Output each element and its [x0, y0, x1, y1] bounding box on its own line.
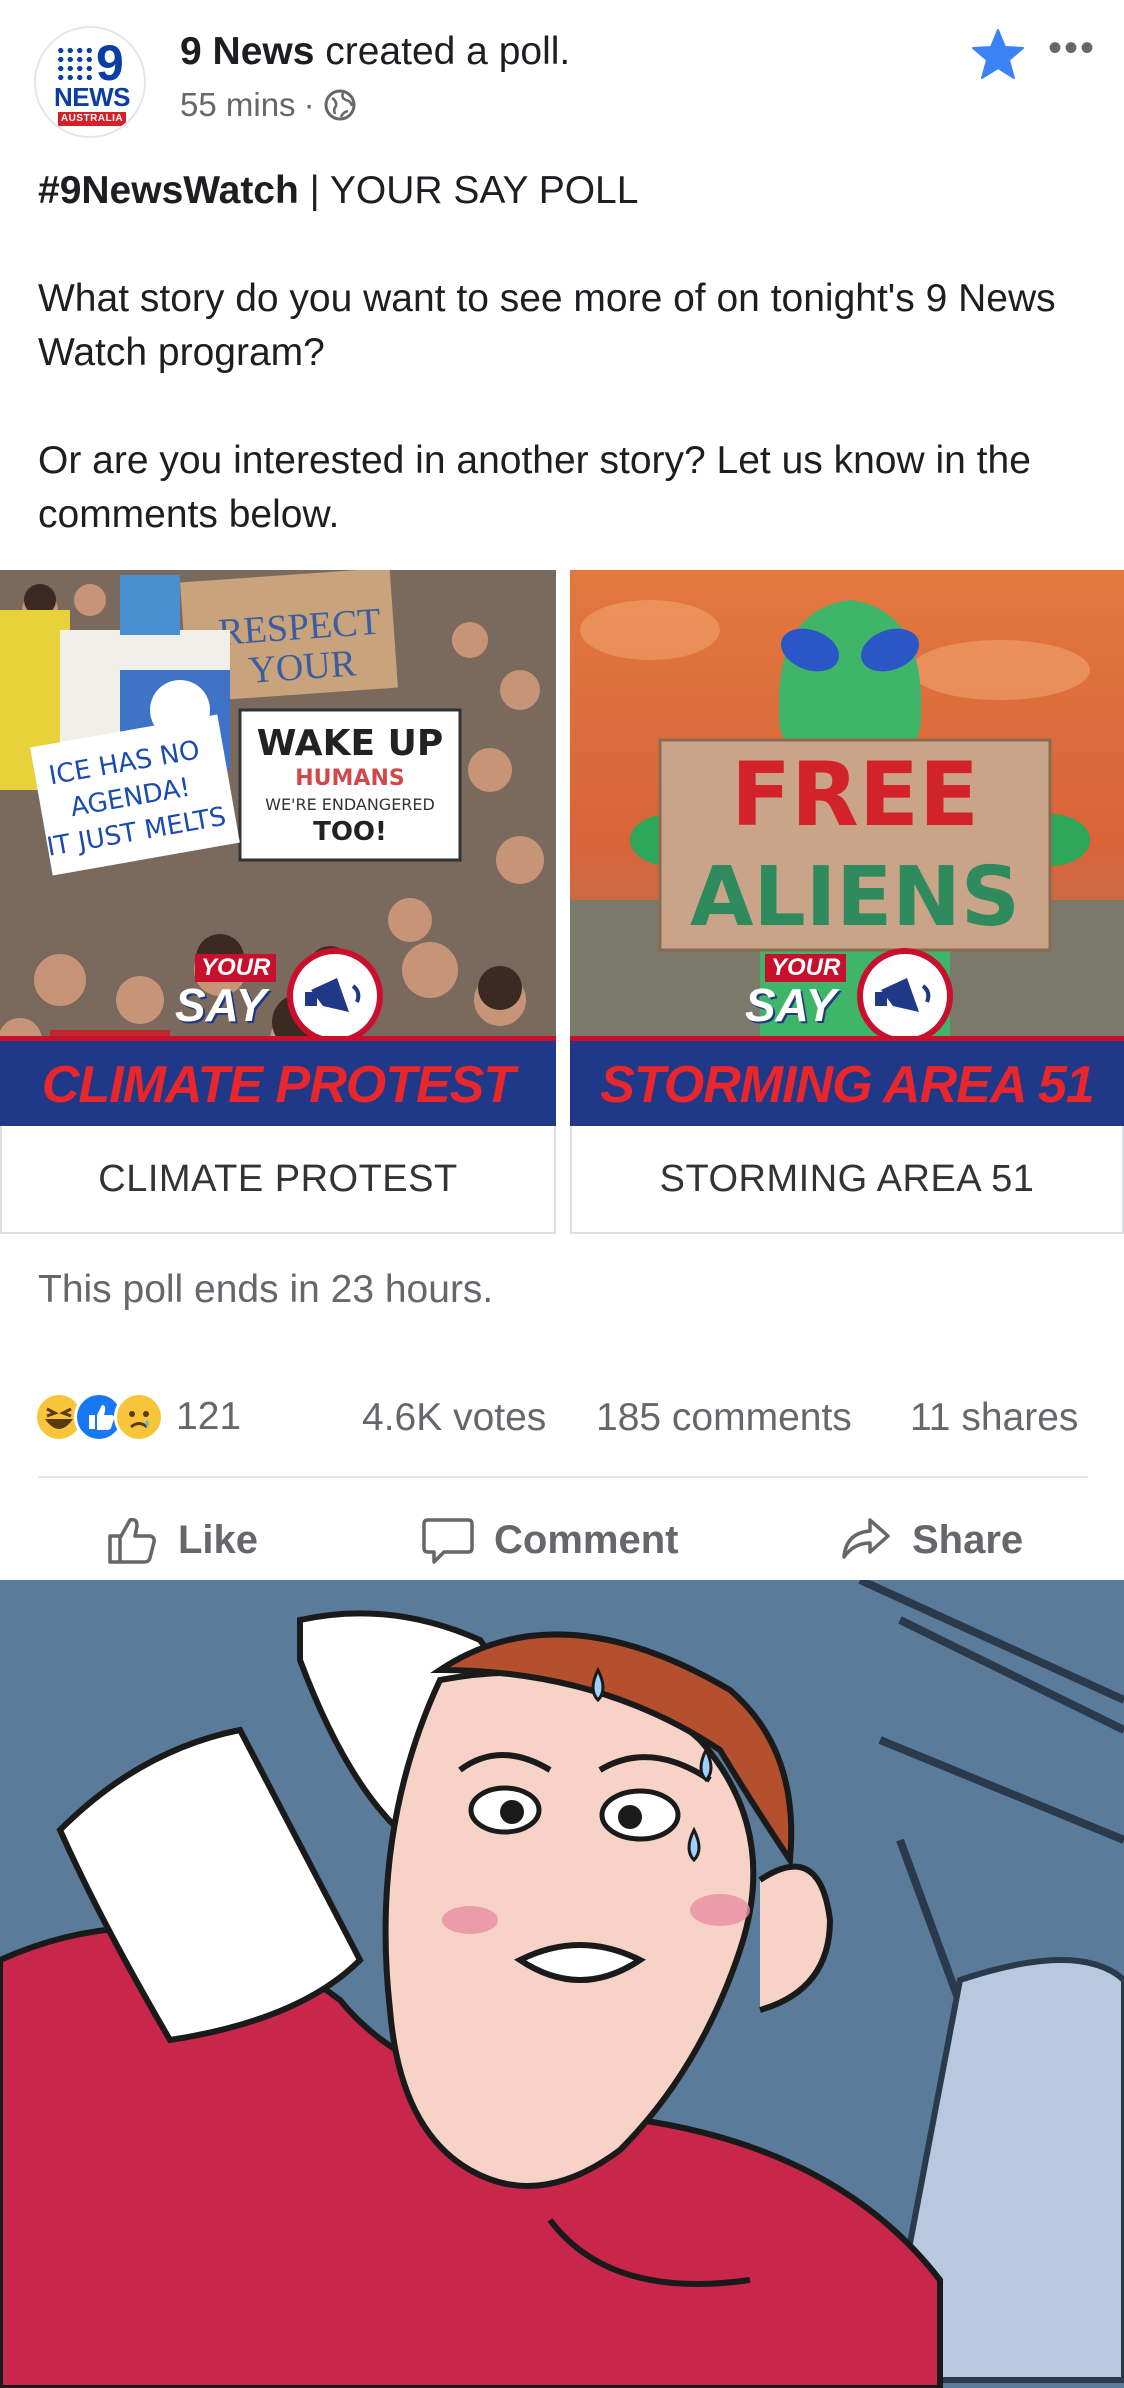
hashtag-link[interactable]: #9NewsWatch [38, 169, 299, 212]
votes-count[interactable]: 4.6K votes [362, 1396, 546, 1440]
meta-separator: · [303, 86, 315, 123]
like-label: Like [178, 1517, 259, 1562]
poll-option-label[interactable]: CLIMATE PROTEST [0, 1126, 556, 1234]
comment-button[interactable]: Comment [420, 1500, 678, 1580]
action-bar: Like Comment Share [0, 1500, 1124, 1580]
area51-banner-text: STORMING AREA 51 [600, 1056, 1095, 1114]
reaction-count: 121 [176, 1395, 242, 1438]
share-button[interactable]: Share [838, 1500, 1023, 1580]
poll-option-climate[interactable]: RESPECT YOUR WAKE UP HUMANS WE'RE ENDANG… [0, 570, 556, 1234]
globe-icon [323, 88, 357, 122]
svg-text:TOO!: TOO! [313, 817, 387, 847]
post-meta: 55 mins · [180, 86, 357, 124]
megaphone-icon [857, 948, 953, 1044]
svg-text:ALIENS: ALIENS [690, 850, 1020, 945]
logo-news-text: NEWS [54, 82, 131, 112]
sweating-guy-illustration [0, 1580, 1124, 2388]
climate-banner-text: CLIMATE PROTEST [41, 1056, 515, 1114]
comment-label: Comment [494, 1517, 679, 1562]
svg-text:WE'RE ENDANGERED: WE'RE ENDANGERED [265, 795, 435, 814]
svg-text:FREE: FREE [731, 743, 979, 846]
say-label: SAY [175, 979, 267, 1031]
climate-banner: CLIMATE PROTEST [0, 1036, 556, 1126]
storming-area51-image[interactable]: FREE ALIENS YOUR SAY STORMING AREA 51 [570, 570, 1124, 1126]
actions-divider [38, 1476, 1088, 1478]
logo-dots [56, 46, 94, 82]
post-body: #9NewsWatch | YOUR SAY POLL What story d… [38, 164, 1098, 542]
post-followup: Or are you interested in another story? … [38, 439, 1031, 536]
share-icon [842, 1518, 890, 1559]
sad-reaction-icon [114, 1392, 164, 1442]
star-icon[interactable] [970, 28, 1026, 80]
logo-nine: 9 [96, 35, 124, 91]
climate-protest-image[interactable]: RESPECT YOUR WAKE UP HUMANS WE'RE ENDANG… [0, 570, 556, 1126]
poll-option-area51[interactable]: FREE ALIENS YOUR SAY STORMING AREA 51 ST… [570, 570, 1124, 1234]
megaphone-icon [287, 948, 383, 1044]
post-title-rest: | YOUR SAY POLL [298, 169, 639, 212]
reactions-summary[interactable]: 121 [34, 1392, 241, 1442]
more-options-icon[interactable]: ••• [1048, 28, 1096, 68]
post-question: What story do you want to see more of on… [38, 277, 1056, 374]
say-label: SAY [745, 979, 837, 1031]
comments-count[interactable]: 185 comments [596, 1396, 852, 1440]
post-header: 9 NEWS AUSTRALIA 9 News created a poll. … [0, 0, 1124, 150]
svg-text:YOUR: YOUR [247, 642, 358, 691]
area51-banner: STORMING AREA 51 [570, 1036, 1124, 1126]
logo-australia-text: AUSTRALIA [58, 112, 126, 126]
like-button[interactable]: Like [104, 1500, 258, 1580]
poll-ends-text: This poll ends in 23 hours. [38, 1268, 494, 1311]
poll-option-label[interactable]: STORMING AREA 51 [570, 1126, 1124, 1234]
9news-avatar[interactable]: 9 NEWS AUSTRALIA [34, 26, 146, 138]
post-title-line: #9NewsWatch | YOUR SAY POLL [38, 164, 1098, 218]
shares-count[interactable]: 11 shares [910, 1396, 1078, 1440]
author-line: 9 News created a poll. [180, 30, 570, 74]
post-action-text: created a poll. [325, 30, 571, 73]
svg-text:WAKE UP: WAKE UP [257, 723, 444, 764]
page-name-link[interactable]: 9 News [180, 30, 314, 73]
comment-icon [422, 1518, 474, 1564]
thumbs-up-icon [108, 1517, 156, 1564]
9news-logo-mark: 9 [56, 38, 128, 88]
share-label: Share [912, 1517, 1024, 1562]
sweating-guy-meme-image[interactable] [0, 1580, 1124, 2388]
svg-text:HUMANS: HUMANS [295, 766, 404, 791]
timestamp[interactable]: 55 mins [180, 86, 296, 124]
